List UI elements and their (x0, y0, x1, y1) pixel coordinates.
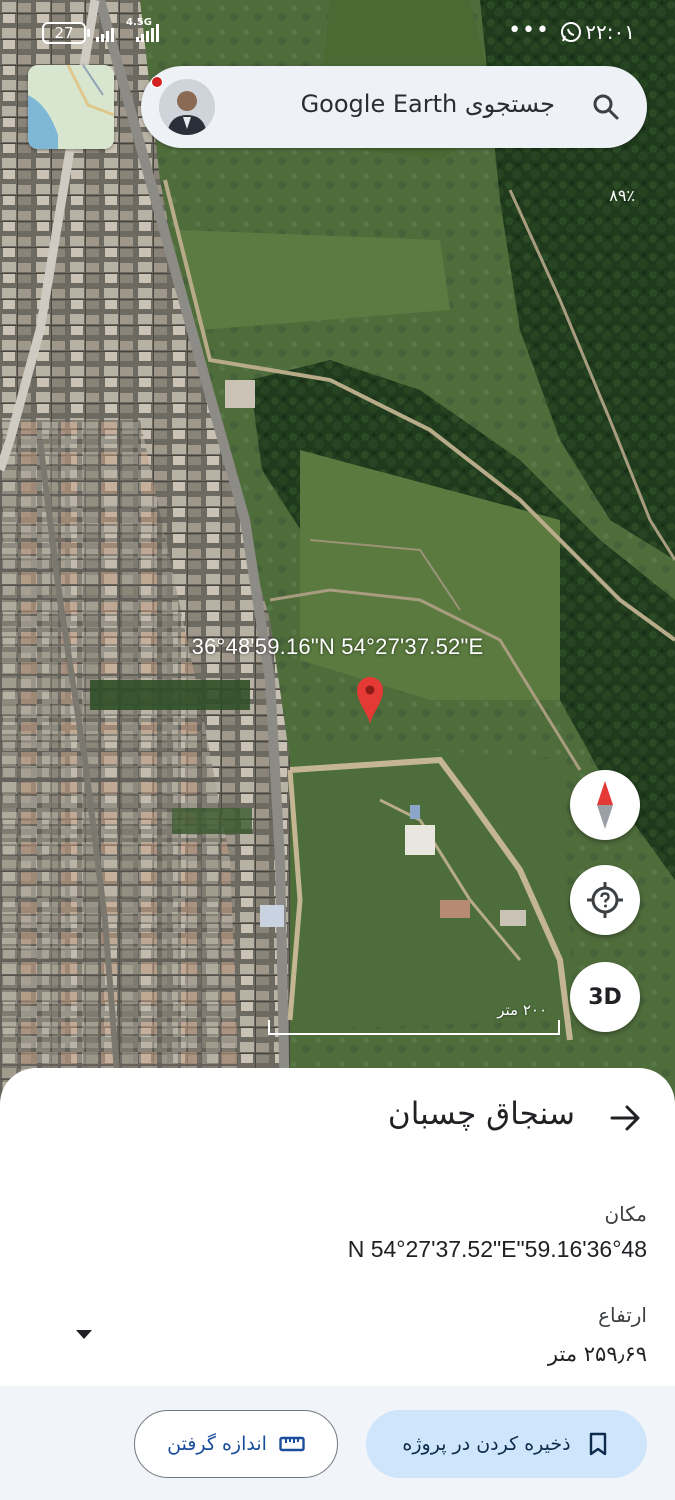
altitude-value: ۲۵۹٫۶۹ متر (547, 1342, 647, 1366)
profile-photo (159, 79, 215, 135)
expand-caret-icon[interactable] (76, 1330, 92, 1339)
notification-dot (151, 76, 163, 88)
ruler-icon (279, 1436, 305, 1452)
map-imagery (0, 0, 675, 1110)
save-to-project-label: ذخیره کردن در پروژه (402, 1433, 571, 1455)
mini-map-thumbnail[interactable] (28, 65, 114, 149)
action-bar: ذخیره کردن در پروژه اندازه گرفتن (0, 1386, 675, 1500)
my-location-button[interactable] (570, 865, 640, 935)
compass-icon (597, 781, 613, 829)
avatar[interactable] (159, 79, 215, 135)
scale-label: ۲۰۰ متر (497, 1001, 547, 1019)
signal-icon-2 (136, 22, 159, 42)
signal-icon (96, 22, 114, 42)
sheet-title: سنجاق چسبان (387, 1096, 575, 1132)
pin-coordinate-label: 36°48'59.16"N 54°27'37.52"E (191, 634, 484, 659)
search-bar[interactable]: جستجوی Google Earth (141, 66, 647, 148)
toggle-3d-button[interactable]: 3D (570, 962, 640, 1032)
battery-level: 27 (54, 24, 74, 42)
battery-percent-overlay: ۸۹٪ (609, 186, 635, 205)
pin-details-sheet: سنجاق چسبان مکان N 54°27'37.52"E"59.16'3… (0, 1068, 675, 1500)
overflow-dots-icon: ••• (508, 18, 550, 43)
mini-map-icon (28, 65, 114, 149)
arrow-forward-icon[interactable] (609, 1102, 641, 1134)
bookmark-icon (589, 1432, 606, 1456)
whatsapp-icon (561, 22, 581, 42)
location-unknown-icon (587, 882, 623, 918)
battery-icon: 27 (42, 22, 90, 44)
location-label: مکان (604, 1202, 647, 1226)
measure-label: اندازه گرفتن (167, 1433, 267, 1455)
altitude-label: ارتفاع (598, 1303, 647, 1327)
search-icon[interactable] (591, 92, 621, 122)
save-to-project-button[interactable]: ذخیره کردن در پروژه (366, 1410, 647, 1478)
satellite-map[interactable] (0, 0, 675, 1110)
clock: ۲۲:۰۱ (585, 20, 635, 44)
compass-button[interactable] (570, 770, 640, 840)
scale-bar (268, 1020, 560, 1035)
location-value: N 54°27'37.52"E"59.16'36°48 (347, 1236, 647, 1262)
status-bar: 27 4.5G ••• ۲۲:۰۱ (0, 0, 675, 64)
measure-button[interactable]: اندازه گرفتن (134, 1410, 338, 1478)
toggle-3d-label: 3D (588, 984, 622, 1010)
location-pin-icon[interactable] (355, 675, 385, 725)
search-input[interactable]: جستجوی Google Earth (301, 90, 555, 118)
